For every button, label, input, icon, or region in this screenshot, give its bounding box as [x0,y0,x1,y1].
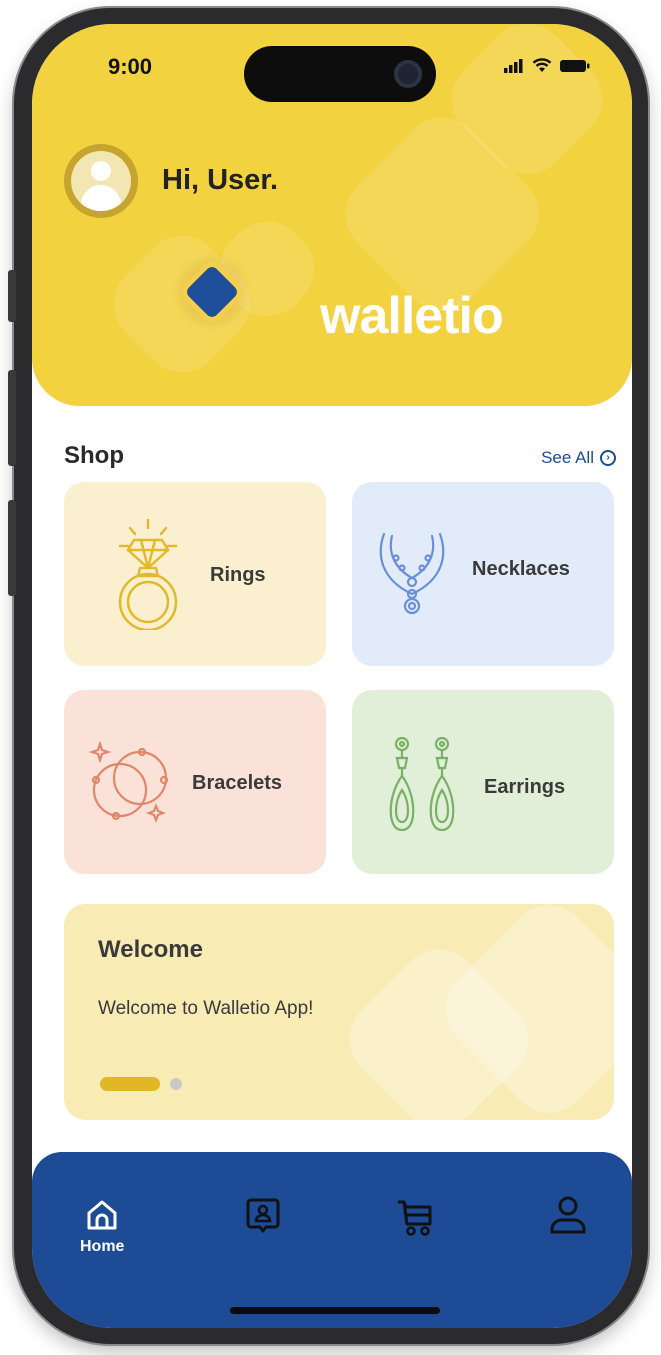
camera-icon [394,60,422,88]
ring-icon [118,518,178,630]
welcome-banner[interactable]: Welcome Welcome to Walletio App! [64,904,614,1120]
category-card-necklaces[interactable]: Necklaces [352,482,614,666]
signal-icon [504,59,523,73]
carousel-indicator-active[interactable] [100,1077,160,1091]
bracelets-icon [88,740,169,823]
carousel-indicator[interactable] [170,1078,182,1090]
necklace-icon [379,532,445,615]
category-label-bracelets: Bracelets [192,772,283,794]
status-icons [504,58,590,73]
home-indicator[interactable] [230,1307,440,1314]
category-label-necklaces: Necklaces [472,558,570,580]
user-avatar-icon [71,151,131,211]
status-time: 9:00 [108,54,153,79]
see-all-link[interactable]: See All › [541,448,616,468]
device-mute-switch [8,270,16,322]
brand-wordmark: walletio [320,287,504,345]
category-label-earrings: Earrings [484,776,566,798]
category-label-rings: Rings [210,564,266,586]
wifi-icon [532,58,552,72]
cart-icon [398,1200,432,1236]
category-card-bracelets[interactable]: Bracelets [64,690,326,874]
greeting-text: Hi, User. [162,164,279,196]
bottom-nav: Home [32,1152,632,1328]
shop-section-title: Shop [64,442,124,469]
nav-item-cart[interactable] [394,1196,436,1238]
banner-title: Welcome [98,936,203,963]
chevron-right-icon: › [600,450,616,466]
walletio-logo-icon [172,252,252,332]
nav-label-home: Home [80,1238,125,1255]
device-volume-down [8,500,16,596]
dynamic-island [244,46,436,102]
nav-item-profile[interactable] [548,1194,588,1236]
battery-icon [560,60,590,72]
nav-item-wallet[interactable] [244,1196,282,1236]
earrings-icon [389,736,455,832]
see-all-label: See All [541,448,594,467]
nav-item-home[interactable]: Home [80,1196,124,1256]
wallet-user-icon [246,1198,280,1233]
app-screen: 9:00 Hi, User. walletio Shop See All › R… [32,24,632,1328]
banner-text: Welcome to Walletio App! [98,998,314,1019]
profile-icon [550,1196,586,1234]
category-card-earrings[interactable]: Earrings [352,690,614,874]
header: 9:00 Hi, User. walletio [32,24,632,406]
home-icon [87,1200,117,1230]
avatar[interactable] [64,144,138,218]
device-volume-up [8,370,16,466]
category-card-rings[interactable]: Rings [64,482,326,666]
